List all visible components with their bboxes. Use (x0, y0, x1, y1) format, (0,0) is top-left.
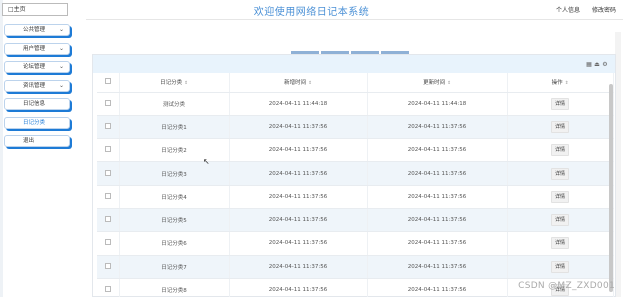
sidebar-item-6[interactable]: 退出 (4, 135, 70, 147)
sidebar-item-label: 论坛管理 (23, 64, 46, 70)
row-checkbox[interactable] (104, 192, 111, 199)
table-row: 测试分类 2024-04-11 11:44:18 2024-04-11 11:44:… (97, 92, 614, 116)
chevron-down-icon: ⌄ (58, 44, 64, 52)
sidebar-item-home[interactable]: □主页 (2, 3, 68, 16)
sidebar-item-5[interactable]: 日记分类 (4, 116, 70, 129)
column-header-created[interactable]: 新增时间 ⇕ (229, 73, 368, 93)
data-table: 日记分类 ⇕ 新增时间 ⇕ 更新时间 ⇕ 操作 ⇕ 测试分类 2024-04-11 11:… (97, 73, 614, 297)
cell-updated: 2024-04-11 11:37:56 (367, 208, 508, 233)
cell-updated: 2024-04-11 11:37:56 (367, 231, 508, 256)
main-content: ▦ ⏏ ⚙ 日记分类 ⇕ 新增时间 ⇕ 更新时间 ⇕ 操作 ⇕ 测试分类 2024-04-11… (86, 32, 616, 297)
watermark: CSDN @MZ_ZXD001 (518, 281, 615, 291)
chevron-down-icon: ⌄ (58, 81, 64, 89)
detail-button[interactable]: 详情 (551, 120, 569, 133)
chevron-down-icon: ⌄ (58, 26, 64, 33)
cell-category: 日记分类8 (119, 278, 230, 297)
sort-icon: ⇕ (308, 81, 312, 87)
profile-link[interactable]: 个人信息 (556, 5, 580, 14)
detail-button[interactable]: 详情 (551, 97, 569, 110)
data-panel: ▦ ⏏ ⚙ 日记分类 ⇕ 新增时间 ⇕ 更新时间 ⇕ 操作 ⇕ 测试分类 2024-04-11… (92, 54, 616, 297)
cell-created: 2024-04-11 11:37:56 (229, 231, 368, 256)
detail-button[interactable]: 详情 (551, 260, 569, 273)
cell-category: 日记分类7 (119, 255, 230, 279)
cell-created: 2024-04-11 11:37:56 (229, 208, 368, 233)
row-checkbox[interactable] (104, 262, 111, 269)
cell-updated: 2024-04-11 11:37:56 (367, 278, 508, 297)
sidebar-item-label: 资讯管理 (23, 82, 46, 89)
sidebar-item-4[interactable]: 日记信息 (4, 98, 70, 110)
table-row: 日记分类3 2024-04-11 11:37:56 2024-04-11 11:37… (97, 161, 614, 186)
row-checkbox[interactable] (104, 99, 111, 106)
cell-category: 日记分类5 (119, 208, 230, 233)
row-checkbox[interactable] (104, 146, 111, 153)
row-checkbox[interactable] (104, 169, 111, 176)
table-row: 日记分类2 2024-04-11 11:37:56 2024-04-11 11:37… (97, 138, 614, 163)
column-header-updated[interactable]: 更新时间 ⇕ (367, 73, 508, 93)
table-header-row: 日记分类 ⇕ 新增时间 ⇕ 更新时间 ⇕ 操作 ⇕ (97, 73, 614, 93)
table-row: 日记分类1 2024-04-11 11:37:56 2024-04-11 11:37… (97, 115, 614, 140)
column-header-category[interactable]: 日记分类 ⇕ (119, 73, 230, 93)
detail-button[interactable]: 详情 (551, 167, 569, 180)
table-row: 日记分类7 2024-04-11 11:37:56 2024-04-11 11:37… (97, 255, 614, 279)
cell-category: 日记分类2 (119, 138, 230, 163)
export-icon[interactable]: ⏏ (593, 61, 601, 68)
cell-created: 2024-04-11 11:37:56 (229, 115, 368, 140)
row-checkbox[interactable] (104, 122, 111, 129)
sidebar-item-label: 日记分类 (23, 119, 46, 126)
cell-updated: 2024-04-11 11:37:56 (367, 161, 508, 186)
sidebar-item-label: 日记信息 (23, 101, 46, 107)
change-password-link[interactable]: 修改密码 (592, 5, 616, 14)
settings-icon[interactable]: ⚙ (601, 61, 609, 68)
sidebar-item-2[interactable]: 论坛管理 ⌄ (4, 61, 70, 73)
cell-updated: 2024-04-11 11:37:56 (367, 255, 508, 279)
table-row: 日记分类6 2024-04-11 11:37:56 2024-04-11 11:37… (97, 231, 614, 256)
row-checkbox[interactable] (104, 239, 111, 246)
select-all-checkbox[interactable] (104, 78, 111, 85)
cell-created: 2024-04-11 11:37:56 (229, 161, 368, 186)
cell-created: 2024-04-11 11:44:18 (229, 92, 368, 116)
sort-icon: ⇕ (564, 81, 569, 87)
sidebar-item-label: 用户管理 (23, 45, 46, 52)
detail-button[interactable]: 详情 (551, 144, 569, 157)
cell-updated: 2024-04-11 11:37:56 (367, 185, 508, 209)
chevron-down-icon: ⌄ (58, 63, 64, 70)
cell-category: 日记分类3 (119, 161, 230, 186)
mouse-cursor-icon: ↖ (203, 157, 210, 166)
cell-updated: 2024-04-11 11:37:56 (367, 138, 508, 163)
cell-created: 2024-04-11 11:37:56 (229, 255, 368, 279)
cell-created: 2024-04-11 11:37:56 (229, 278, 368, 297)
detail-button[interactable]: 详情 (551, 237, 569, 250)
site-title: 欢迎使用网络日记本系统 (253, 7, 370, 18)
table-row: 日记分类4 2024-04-11 11:37:56 2024-04-11 11:37… (97, 185, 614, 209)
columns-icon[interactable]: ▦ (585, 61, 593, 68)
sidebar-item-1[interactable]: 用户管理 ⌄ (4, 42, 70, 55)
detail-button[interactable]: 详情 (551, 190, 569, 203)
detail-button[interactable]: 详情 (551, 214, 569, 227)
sort-icon: ⇕ (447, 81, 451, 87)
sidebar-item-label: 公共管理 (23, 27, 46, 33)
cell-category: 日记分类1 (119, 115, 230, 140)
column-header-actions: 操作 ⇕ (507, 73, 614, 93)
table-row: 日记分类5 2024-04-11 11:37:56 2024-04-11 11:37… (97, 208, 614, 233)
cell-updated: 2024-04-11 11:37:56 (367, 115, 508, 140)
row-checkbox[interactable] (104, 286, 111, 293)
top-header: 欢迎使用网络日记本系统 个人信息 修改密码 (0, 0, 623, 20)
sort-icon: ⇕ (184, 81, 188, 87)
cell-created: 2024-04-11 11:37:56 (229, 138, 368, 163)
sidebar: □主页 公共管理 ⌄ 用户管理 ⌄ 论坛管理 ⌄ 资讯管理 ⌄ 日记信息日记分类退出 (0, 0, 86, 297)
row-checkbox[interactable] (104, 216, 111, 223)
cell-category: 日记分类6 (119, 231, 230, 256)
cell-category: 测试分类 (119, 92, 230, 116)
cell-updated: 2024-04-11 11:44:18 (367, 92, 508, 116)
sidebar-item-3[interactable]: 资讯管理 ⌄ (4, 79, 70, 92)
cell-category: 日记分类4 (119, 185, 230, 209)
cell-created: 2024-04-11 11:37:56 (229, 185, 368, 209)
table-tools: ▦ ⏏ ⚙ (585, 61, 609, 68)
sidebar-item-0[interactable]: 公共管理 ⌄ (4, 24, 70, 36)
sidebar-item-label: 退出 (23, 138, 35, 144)
scrollbar-thumb[interactable] (609, 84, 613, 292)
